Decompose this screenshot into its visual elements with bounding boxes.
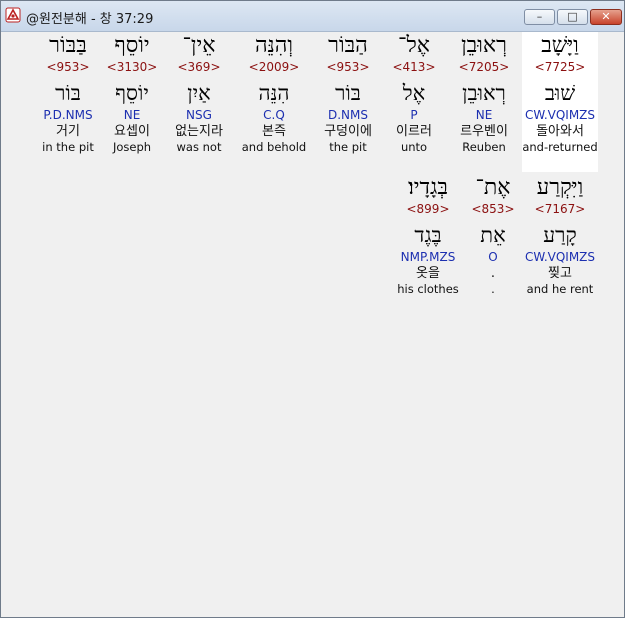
grammar-code: C.Q bbox=[263, 108, 285, 122]
title-bar[interactable]: @원전분해 - 창 37:29 – □ ✕ bbox=[1, 1, 624, 32]
root-word: קָרַע bbox=[543, 223, 577, 247]
english-gloss: was not bbox=[176, 140, 222, 154]
english-gloss: Reuben bbox=[462, 140, 506, 154]
grammar-code: CW.VQIMZS bbox=[524, 250, 596, 264]
close-button[interactable]: ✕ bbox=[590, 9, 622, 25]
hebrew-word: יוֹסֵף bbox=[114, 33, 150, 58]
strong-number[interactable]: <413> bbox=[379, 60, 449, 75]
strong-number[interactable]: <3130> bbox=[100, 60, 164, 75]
korean-gloss: 옷을 bbox=[416, 266, 440, 281]
grammar-code: NE bbox=[123, 108, 141, 122]
root-word: בּוֹר bbox=[55, 81, 81, 105]
minimize-icon: – bbox=[536, 10, 543, 23]
korean-gloss: 요셉이 bbox=[114, 124, 150, 139]
grammar-code: P bbox=[410, 108, 418, 122]
grammar-code: D.NMS bbox=[327, 108, 368, 122]
hebrew-word: הַבּוֹר bbox=[328, 33, 368, 58]
root-word: יוֹסֵף bbox=[115, 81, 149, 105]
korean-gloss: 구덩이에 bbox=[324, 124, 372, 139]
strong-number[interactable]: <953> bbox=[34, 60, 102, 75]
hebrew-word: רְאוּבֵן bbox=[461, 33, 507, 58]
grammar-code: NMP.MZS bbox=[400, 250, 456, 264]
korean-gloss: 이르러 bbox=[396, 124, 432, 139]
hebrew-word: וְהִנֵּה bbox=[254, 33, 294, 58]
minimize-button[interactable]: – bbox=[524, 9, 555, 25]
word-cell[interactable]: יוֹסֵף <3130> יוֹסֵף NE 요셉이 Joseph bbox=[100, 32, 164, 155]
english-gloss: . bbox=[491, 282, 495, 296]
word-cell[interactable]: בְּגָדָיו׃ <899> בֶּגֶד NMP.MZS 옷을 his c… bbox=[390, 174, 466, 297]
strong-number[interactable]: <2009> bbox=[236, 60, 312, 75]
root-word: שׁוּב bbox=[544, 81, 576, 105]
strong-number[interactable]: <953> bbox=[313, 60, 383, 75]
english-gloss: the pit bbox=[329, 140, 367, 154]
grammar-code: NE bbox=[475, 108, 493, 122]
korean-gloss: 돌아와서 bbox=[536, 124, 584, 139]
word-cell[interactable]: אֶת־ <853> אֵת O . . bbox=[464, 174, 522, 297]
strong-number[interactable]: <369> bbox=[163, 60, 235, 75]
grammar-code: O bbox=[488, 250, 498, 264]
word-cell[interactable]: וַיָּשָׁב <7725> שׁוּב CW.VQIMZS 돌아와서 an… bbox=[522, 32, 598, 172]
hebrew-word: בְּגָדָיו׃ bbox=[408, 175, 448, 200]
english-gloss: and he rent bbox=[526, 282, 594, 296]
word-cell[interactable]: רְאוּבֵן <7205> רְאוּבֵן NE 르우벤이 Reuben bbox=[446, 32, 522, 155]
english-gloss: and-returned bbox=[522, 140, 598, 154]
grammar-code: NSG bbox=[186, 108, 212, 122]
hebrew-word: אֶת־ bbox=[475, 175, 511, 200]
interlinear-panel: וַיָּשָׁב <7725> שׁוּב CW.VQIMZS 돌아와서 an… bbox=[6, 32, 618, 615]
window-title: @원전분해 - 창 37:29 bbox=[26, 12, 154, 27]
root-word: בּוֹר bbox=[335, 81, 361, 105]
close-icon: ✕ bbox=[601, 10, 611, 23]
english-gloss: in the pit bbox=[42, 140, 94, 154]
korean-gloss: 본즉 bbox=[262, 124, 286, 139]
english-gloss: and behold bbox=[241, 140, 307, 154]
grammar-code: P.D.NMS bbox=[43, 108, 93, 122]
korean-gloss: 없는지라 bbox=[175, 124, 223, 139]
root-word: רְאוּבֵן bbox=[462, 81, 506, 105]
hebrew-word: וַיִּקְרַע bbox=[536, 175, 584, 200]
english-gloss: his clothes bbox=[397, 282, 459, 296]
strong-number[interactable]: <899> bbox=[390, 202, 466, 217]
word-cell[interactable]: בַּבּוֹר <953> בּוֹר P.D.NMS 거기 in the p… bbox=[34, 32, 102, 155]
strong-number[interactable]: <7205> bbox=[446, 60, 522, 75]
hebrew-word: בַּבּוֹר bbox=[49, 33, 87, 58]
korean-gloss: 거기 bbox=[56, 124, 80, 139]
maximize-icon: □ bbox=[567, 10, 578, 23]
english-gloss: unto bbox=[400, 140, 428, 154]
hebrew-word: אֶל־ bbox=[398, 33, 430, 58]
strong-number[interactable]: <853> bbox=[464, 202, 522, 217]
word-cell[interactable]: וְהִנֵּה <2009> הִנֵּה C.Q 본즉 and behold bbox=[236, 32, 312, 155]
root-word: בֶּגֶד bbox=[414, 223, 442, 247]
word-cell[interactable]: אֵין־ <369> אַיִן NSG 없는지라 was not bbox=[163, 32, 235, 155]
app-logo-icon bbox=[5, 7, 21, 23]
strong-number[interactable]: <7167> bbox=[522, 202, 598, 217]
korean-gloss: 르우벤이 bbox=[460, 124, 508, 139]
root-word: אַיִן bbox=[187, 81, 211, 105]
english-gloss: Joseph bbox=[112, 140, 152, 154]
strong-number[interactable]: <7725> bbox=[522, 60, 598, 75]
hebrew-word: אֵין־ bbox=[182, 33, 216, 58]
grammar-code: CW.VQIMZS bbox=[524, 108, 596, 122]
korean-gloss: 찢고 bbox=[548, 266, 572, 281]
word-cell[interactable]: וַיִּקְרַע <7167> קָרַע CW.VQIMZS 찢고 and… bbox=[522, 174, 598, 297]
hebrew-word: וַיָּשָׁב bbox=[541, 33, 579, 58]
korean-gloss: . bbox=[490, 266, 496, 281]
root-word: אֶל bbox=[402, 81, 426, 105]
word-cell[interactable]: אֶל־ <413> אֶל P 이르러 unto bbox=[379, 32, 449, 155]
maximize-button[interactable]: □ bbox=[557, 9, 588, 25]
root-word: אֵת bbox=[480, 223, 506, 247]
root-word: הִנֵּה bbox=[258, 81, 290, 105]
word-cell[interactable]: הַבּוֹר <953> בּוֹר D.NMS 구덩이에 the pit bbox=[313, 32, 383, 155]
app-window: @원전분해 - 창 37:29 – □ ✕ וַיָּשָׁב <7725> ש… bbox=[0, 0, 625, 618]
